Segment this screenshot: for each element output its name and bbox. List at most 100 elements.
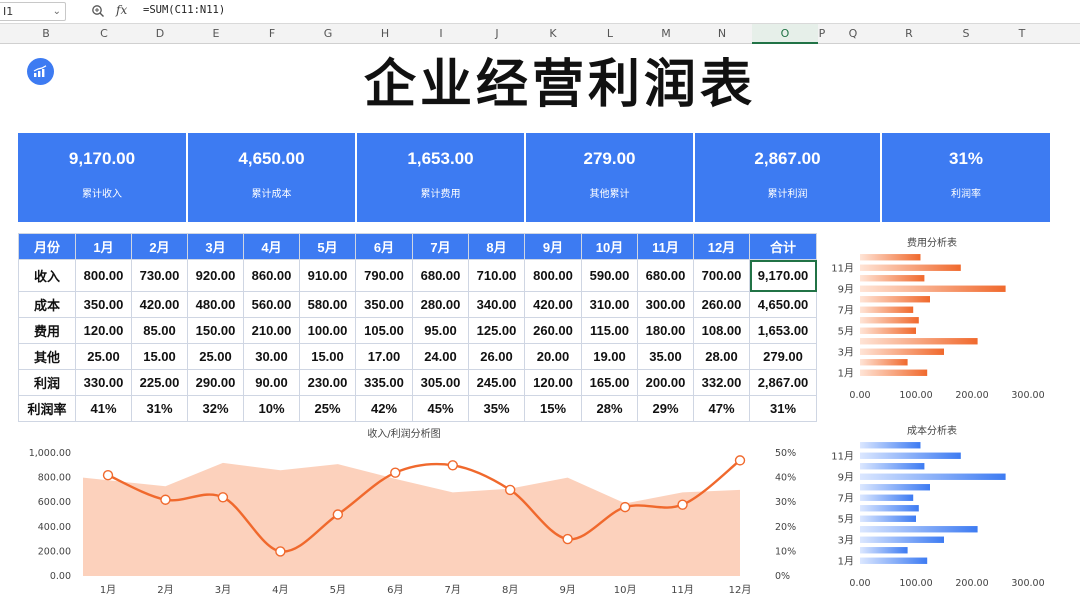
column-letter-i[interactable]: I <box>429 24 453 44</box>
zoom-icon[interactable] <box>91 4 105 18</box>
total-cell[interactable]: 2,867.00 <box>749 369 817 396</box>
table-cell[interactable]: 350.00 <box>75 291 132 318</box>
bar-9[interactable] <box>860 473 1006 480</box>
bar-1[interactable] <box>860 557 928 564</box>
bar-5[interactable] <box>860 515 916 522</box>
table-cell[interactable]: 225.00 <box>131 369 188 396</box>
row-label-cell[interactable]: 利润率 <box>18 395 76 422</box>
table-cell[interactable]: 710.00 <box>468 259 525 292</box>
table-cell[interactable]: 42% <box>355 395 413 422</box>
table-header-cell[interactable]: 合计 <box>749 233 817 260</box>
table-cell[interactable]: 45% <box>412 395 469 422</box>
column-letter-f[interactable]: F <box>260 24 284 44</box>
table-cell[interactable]: 90.00 <box>243 369 300 396</box>
table-cell[interactable]: 680.00 <box>412 259 469 292</box>
total-cell[interactable]: 4,650.00 <box>749 291 817 318</box>
table-cell[interactable]: 790.00 <box>355 259 413 292</box>
table-cell[interactable]: 560.00 <box>243 291 300 318</box>
data-point-marker[interactable] <box>504 484 516 496</box>
total-cell[interactable]: 9,170.00 <box>749 259 817 292</box>
table-cell[interactable]: 25.00 <box>75 343 132 370</box>
table-cell[interactable]: 200.00 <box>637 369 694 396</box>
table-cell[interactable]: 350.00 <box>355 291 413 318</box>
table-cell[interactable]: 580.00 <box>299 291 356 318</box>
row-label-cell[interactable]: 收入 <box>18 259 76 292</box>
bar-6[interactable] <box>860 317 919 324</box>
bar-5[interactable] <box>860 327 916 334</box>
table-cell[interactable]: 300.00 <box>637 291 694 318</box>
table-cell[interactable]: 332.00 <box>693 369 750 396</box>
table-cell[interactable]: 47% <box>693 395 750 422</box>
table-cell[interactable]: 31% <box>131 395 188 422</box>
bar-10[interactable] <box>860 463 925 470</box>
table-cell[interactable]: 17.00 <box>355 343 413 370</box>
table-cell[interactable]: 120.00 <box>524 369 582 396</box>
column-letter-l[interactable]: L <box>598 24 622 44</box>
table-cell[interactable]: 800.00 <box>75 259 132 292</box>
table-cell[interactable]: 280.00 <box>412 291 469 318</box>
table-header-cell[interactable]: 10月 <box>581 233 638 260</box>
column-letter-n[interactable]: N <box>710 24 734 44</box>
table-cell[interactable]: 330.00 <box>75 369 132 396</box>
table-cell[interactable]: 305.00 <box>412 369 469 396</box>
data-point-marker[interactable] <box>102 469 114 481</box>
bar-8[interactable] <box>860 484 930 491</box>
row-label-cell[interactable]: 费用 <box>18 317 76 344</box>
data-point-marker[interactable] <box>217 492 229 503</box>
column-letter-d[interactable]: D <box>148 24 172 44</box>
chevron-down-icon[interactable]: ⌄ <box>53 3 61 20</box>
column-letter-r[interactable]: R <box>897 24 921 44</box>
data-point-marker[interactable] <box>332 509 344 520</box>
table-cell[interactable]: 30.00 <box>243 343 300 370</box>
total-cell[interactable]: 1,653.00 <box>749 317 817 344</box>
bar-3[interactable] <box>860 536 944 543</box>
data-point-marker[interactable] <box>677 499 688 510</box>
table-cell[interactable]: 35.00 <box>637 343 694 370</box>
data-point-marker[interactable] <box>275 546 286 557</box>
column-letter-m[interactable]: M <box>654 24 678 44</box>
table-cell[interactable]: 85.00 <box>131 317 188 344</box>
data-point-marker[interactable] <box>734 455 746 466</box>
column-letter-q[interactable]: Q <box>841 24 865 44</box>
table-cell[interactable]: 15% <box>524 395 582 422</box>
table-cell[interactable]: 115.00 <box>581 317 638 344</box>
table-cell[interactable]: 25.00 <box>187 343 244 370</box>
table-cell[interactable]: 420.00 <box>524 291 582 318</box>
bar-2[interactable] <box>860 547 908 554</box>
table-cell[interactable]: 20.00 <box>524 343 582 370</box>
table-header-cell[interactable]: 11月 <box>637 233 694 260</box>
function-icon[interactable]: fx <box>116 3 127 17</box>
bar-6[interactable] <box>860 505 919 512</box>
table-header-cell[interactable]: 12月 <box>693 233 750 260</box>
total-cell[interactable]: 31% <box>749 395 817 422</box>
table-cell[interactable]: 26.00 <box>468 343 525 370</box>
total-cell[interactable]: 279.00 <box>749 343 817 370</box>
revenue-profit-chart[interactable]: 收入/利润分析图 0.00 200.00 400.00 600.00 800.00 1,00… <box>0 422 815 614</box>
table-cell[interactable]: 230.00 <box>299 369 356 396</box>
bar-1[interactable] <box>860 369 928 376</box>
table-cell[interactable]: 730.00 <box>131 259 188 292</box>
table-cell[interactable]: 590.00 <box>581 259 638 292</box>
table-cell[interactable]: 100.00 <box>299 317 356 344</box>
table-header-cell[interactable]: 8月 <box>468 233 525 260</box>
bar-9[interactable] <box>860 285 1006 292</box>
column-letter-g[interactable]: G <box>316 24 340 44</box>
table-cell[interactable]: 800.00 <box>524 259 582 292</box>
bar-11[interactable] <box>860 452 961 459</box>
bar-10[interactable] <box>860 275 925 282</box>
bar-12[interactable] <box>860 254 921 261</box>
name-box[interactable]: I1 ⌄ <box>0 2 66 21</box>
table-header-cell[interactable]: 5月 <box>299 233 356 260</box>
table-cell[interactable]: 29% <box>637 395 694 422</box>
data-point-marker[interactable] <box>619 501 631 513</box>
table-cell[interactable]: 28.00 <box>693 343 750 370</box>
table-header-cell[interactable]: 月份 <box>18 233 76 260</box>
data-point-marker[interactable] <box>447 460 458 471</box>
table-cell[interactable]: 120.00 <box>75 317 132 344</box>
column-letter-e[interactable]: E <box>204 24 228 44</box>
column-letter-t[interactable]: T <box>1010 24 1034 44</box>
table-cell[interactable]: 32% <box>187 395 244 422</box>
column-letter-j[interactable]: J <box>485 24 509 44</box>
table-header-cell[interactable]: 2月 <box>131 233 188 260</box>
column-letter-k[interactable]: K <box>541 24 565 44</box>
